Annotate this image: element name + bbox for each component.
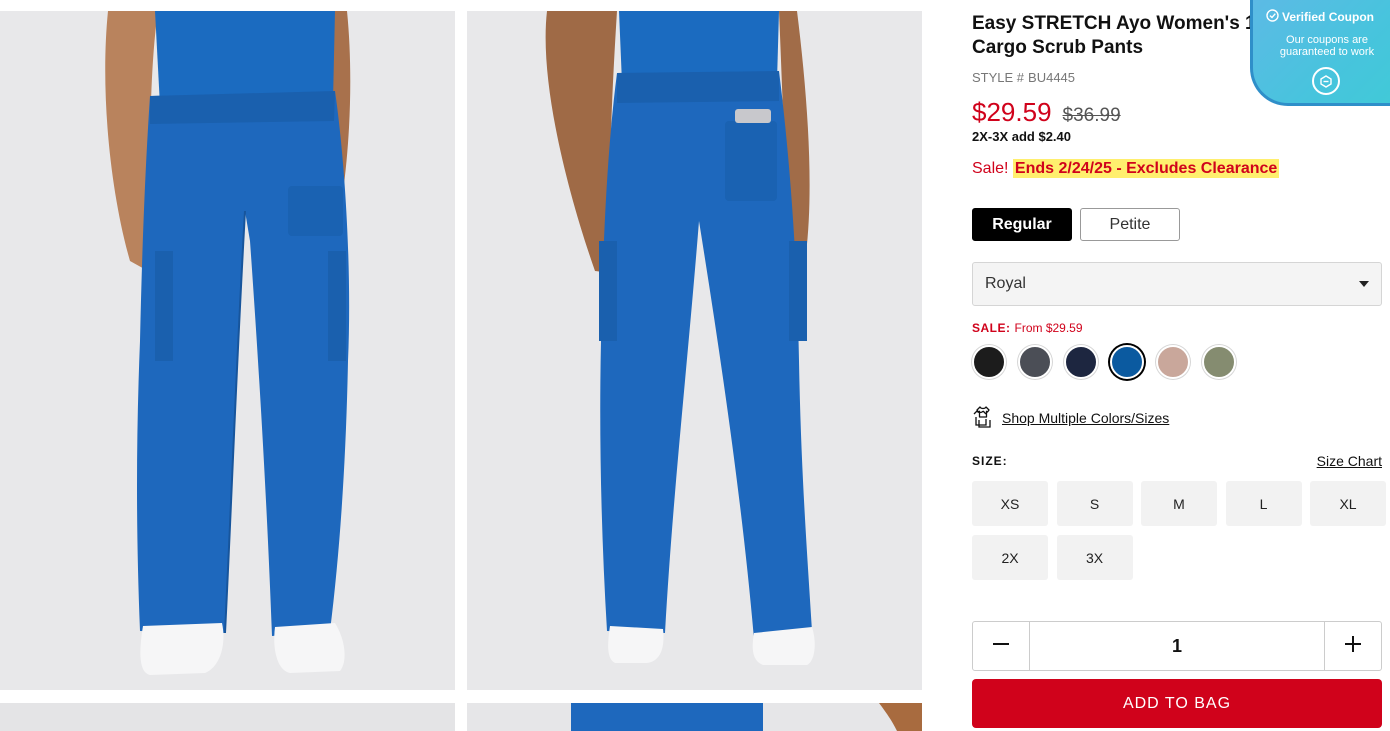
shop-multiple-row: Shop Multiple Colors/Sizes [972,404,1169,431]
product-info-panel: Easy STRETCH Ayo Women's 10-Pocket Cargo… [972,0,1386,731]
style-code: BU4445 [1028,70,1076,85]
sale-banner: Sale! Ends 2/24/25 - Excludes Clearance [972,159,1280,178]
check-shield-icon [1266,9,1279,25]
tan-swatch[interactable] [1156,345,1190,379]
fit-regular-button[interactable]: Regular [972,208,1072,241]
color-dropdown[interactable]: Royal [972,262,1382,306]
caret-down-icon [1359,281,1369,287]
size-m-button[interactable]: M [1141,481,1217,526]
image-4-illustration [467,703,922,731]
size-upcharge-note: 2X-3X add $2.40 [972,129,1071,144]
fit-petite-button[interactable]: Petite [1080,208,1180,241]
size-xs-button[interactable]: XS [972,481,1048,526]
size-2x-button[interactable]: 2X [972,535,1048,580]
navy-swatch[interactable] [1064,345,1098,379]
quantity-increase-button[interactable] [1325,622,1381,670]
quantity-stepper: 1 [972,621,1382,671]
olive-swatch[interactable] [1202,345,1236,379]
product-image-front[interactable] [0,11,455,690]
coupon-title: Verified Coupon [1282,10,1375,24]
verified-coupon-widget[interactable]: Verified Coupon Our coupons are guarante… [1250,0,1390,106]
shop-multiple-link[interactable]: Shop Multiple Colors/Sizes [1002,410,1169,426]
quantity-decrease-button[interactable] [973,622,1029,670]
style-number: STYLE # BU4445 [972,70,1075,85]
sale-prefix: Sale! [972,160,1009,177]
size-options: XS S M L XL 2X 3X [972,481,1386,580]
sale-label: SALE: [972,321,1011,335]
size-l-button[interactable]: L [1225,481,1302,526]
sale-price: $29.59 [972,97,1052,127]
image-3-illustration [0,703,455,731]
product-image-4[interactable] [467,703,922,731]
color-dropdown-value: Royal [985,275,1026,292]
back-view-illustration [467,11,922,690]
quantity-value[interactable]: 1 [1029,622,1325,670]
coupon-subtitle: Our coupons are guaranteed to work [1279,34,1375,58]
price-row: $29.59 $36.99 [972,97,1121,128]
sale-highlight: Ends 2/24/25 - Excludes Clearance [1012,159,1280,178]
original-price: $36.99 [1062,105,1121,126]
add-to-bag-button[interactable]: ADD TO BAG [972,679,1382,728]
front-view-illustration [0,11,455,690]
minus-icon [992,635,1010,658]
color-sale-price: SALE: From $29.59 [972,321,1083,335]
coupon-header: Verified Coupon [1266,9,1374,25]
size-label: SIZE: [972,454,1008,468]
color-swatches [972,345,1236,379]
black-swatch[interactable] [972,345,1006,379]
size-chart-link[interactable]: Size Chart [1317,453,1382,469]
sale-from-value: From $29.59 [1014,321,1083,335]
royal-swatch[interactable] [1110,345,1144,379]
style-label: STYLE # [972,70,1025,85]
plus-icon [1344,635,1362,658]
pewter-swatch[interactable] [1018,345,1052,379]
size-3x-button[interactable]: 3X [1056,535,1133,580]
product-image-3[interactable] [0,703,455,731]
product-image-back[interactable] [467,11,922,690]
product-gallery [0,0,922,731]
tshirt-stack-icon [972,404,994,431]
size-header: SIZE: Size Chart [972,453,1382,469]
fit-toggle: Regular Petite [972,208,1180,241]
size-xl-button[interactable]: XL [1310,481,1386,526]
coupon-badge-icon [1312,67,1340,95]
size-s-button[interactable]: S [1056,481,1133,526]
